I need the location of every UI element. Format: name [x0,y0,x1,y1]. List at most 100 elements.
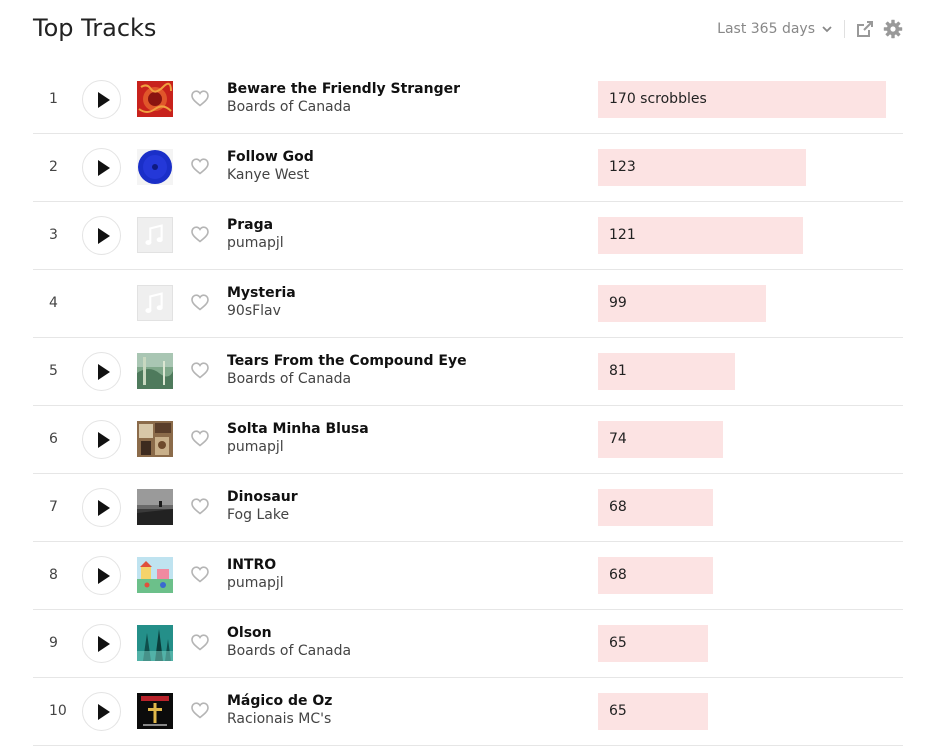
album-art[interactable] [137,353,173,389]
album-art[interactable] [137,149,173,185]
track-info: Mysteria 90sFlav [227,284,587,320]
header-divider [844,20,845,38]
play-button[interactable] [82,556,121,595]
scrobble-bar[interactable]: 65 [598,625,708,662]
scrobble-bar[interactable]: 99 [598,285,766,322]
track-title-link[interactable]: Olson [227,624,587,642]
scrobble-count: 170 scrobbles [609,91,707,107]
heart-icon[interactable] [191,566,209,583]
track-title-link[interactable]: Mysteria [227,284,587,302]
album-art[interactable] [137,557,173,593]
heart-icon[interactable] [191,362,209,379]
scrobble-count: 123 [609,159,636,175]
heart-icon[interactable] [191,158,209,175]
track-artist-link[interactable]: pumapjl [227,438,587,456]
album-art[interactable] [137,625,173,661]
track-artist-link[interactable]: Fog Lake [227,506,587,524]
track-artist-link[interactable]: 90sFlav [227,302,587,320]
scrobble-count: 68 [609,499,627,515]
track-title-link[interactable]: Solta Minha Blusa [227,420,587,438]
track-info: Dinosaur Fog Lake [227,488,587,524]
chevron-down-icon [822,26,832,33]
track-rank: 9 [49,635,58,651]
track-info: INTRO pumapjl [227,556,587,592]
scrobble-bar[interactable]: 65 [598,693,708,730]
track-artist-link[interactable]: pumapjl [227,574,587,592]
track-artist-link[interactable]: pumapjl [227,234,587,252]
play-button[interactable] [82,420,121,459]
play-button[interactable] [82,692,121,731]
track-title-link[interactable]: Tears From the Compound Eye [227,352,587,370]
heart-icon[interactable] [191,90,209,107]
scrobble-bar[interactable]: 81 [598,353,735,390]
track-row: 4 Mysteria 90sFlav 99 [33,270,903,338]
heart-icon[interactable] [191,226,209,243]
track-info: Olson Boards of Canada [227,624,587,660]
scrobble-bar[interactable]: 68 [598,489,713,526]
play-button[interactable] [82,80,121,119]
page-title: Top Tracks [33,14,157,42]
play-button[interactable] [82,216,121,255]
top-tracks-header: Top Tracks Last 365 days [33,14,903,48]
track-artist-link[interactable]: Boards of Canada [227,98,587,116]
track-row: 9 Olson Boards of Canada 65 [33,610,903,678]
track-rank: 4 [49,295,58,311]
scrobble-bar[interactable]: 121 [598,217,803,254]
track-artist-link[interactable]: Kanye West [227,166,587,184]
album-art[interactable] [137,285,173,321]
play-button[interactable] [82,148,121,187]
scrobble-count: 121 [609,227,636,243]
heart-icon[interactable] [191,702,209,719]
album-art[interactable] [137,81,173,117]
heart-icon[interactable] [191,634,209,651]
share-icon[interactable] [855,19,875,39]
track-info: Beware the Friendly Stranger Boards of Ca… [227,80,587,116]
play-button[interactable] [82,352,121,391]
track-info: Solta Minha Blusa pumapjl [227,420,587,456]
scrobble-bar[interactable]: 123 [598,149,806,186]
play-button[interactable] [82,624,121,663]
track-rank: 6 [49,431,58,447]
scrobble-count: 65 [609,635,627,651]
gear-icon[interactable] [883,19,903,39]
heart-icon[interactable] [191,498,209,515]
track-info: Tears From the Compound Eye Boards of Can… [227,352,587,388]
track-row: 5 Tears From the Compound Eye Boards of Ca… [33,338,903,406]
track-title-link[interactable]: Follow God [227,148,587,166]
play-button[interactable] [82,488,121,527]
track-rank: 8 [49,567,58,583]
scrobble-bar[interactable]: 68 [598,557,713,594]
scrobble-count: 65 [609,703,627,719]
track-title-link[interactable]: Dinosaur [227,488,587,506]
track-rank: 1 [49,91,58,107]
track-title-link[interactable]: INTRO [227,556,587,574]
track-row: 10 Mágico de Oz Racionais MC's 65 [33,678,903,746]
track-info: Follow God Kanye West [227,148,587,184]
period-label: Last 365 days [717,21,815,37]
album-art[interactable] [137,421,173,457]
top-tracks-list: 1 Beware the Friendly Stranger Boards of C… [33,66,903,746]
scrobble-count: 68 [609,567,627,583]
track-info: Praga pumapjl [227,216,587,252]
heart-icon[interactable] [191,430,209,447]
album-art[interactable] [137,217,173,253]
track-title-link[interactable]: Mágico de Oz [227,692,587,710]
track-row: 7 Dinosaur Fog Lake 68 [33,474,903,542]
scrobble-count: 81 [609,363,627,379]
track-row: 1 Beware the Friendly Stranger Boards of C… [33,66,903,134]
album-art[interactable] [137,489,173,525]
track-row: 6 Solta Minha Blusa pumapjl 74 [33,406,903,474]
scrobble-bar[interactable]: 74 [598,421,723,458]
period-dropdown[interactable]: Last 365 days [717,21,833,37]
album-art[interactable] [137,693,173,729]
track-title-link[interactable]: Beware the Friendly Stranger [227,80,587,98]
scrobble-count: 74 [609,431,627,447]
track-title-link[interactable]: Praga [227,216,587,234]
track-rank: 10 [49,703,67,719]
track-artist-link[interactable]: Boards of Canada [227,642,587,660]
track-artist-link[interactable]: Boards of Canada [227,370,587,388]
scrobble-bar[interactable]: 170 scrobbles [598,81,886,118]
track-rank: 5 [49,363,58,379]
heart-icon[interactable] [191,294,209,311]
track-artist-link[interactable]: Racionais MC's [227,710,587,728]
